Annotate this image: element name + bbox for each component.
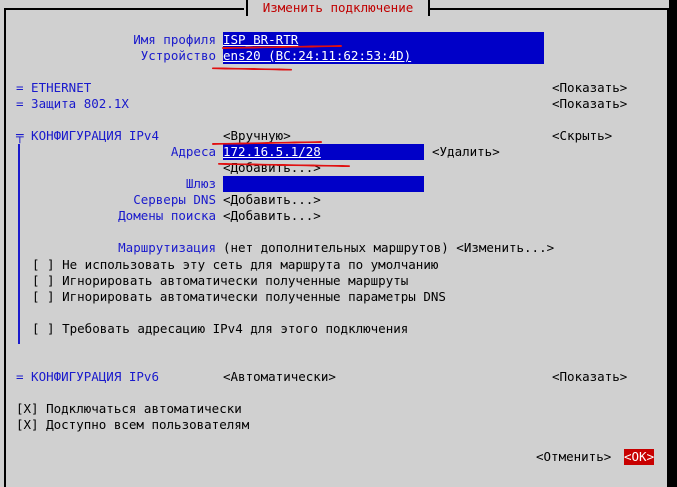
window-border-top-left — [4, 8, 244, 10]
cancel-button[interactable]: <Отменить> — [536, 449, 611, 465]
window-border-left — [4, 8, 6, 487]
checkbox-autoconnect[interactable]: [X] Подключаться автоматически — [16, 401, 242, 417]
section-ipv4[interactable]: ╤ КОНФИГУРАЦИЯ IPv4 — [16, 128, 159, 144]
addresses-label: Адреса — [170, 144, 216, 159]
window-border-right — [667, 8, 669, 487]
address-input[interactable]: 172.16.5.1/28 — [223, 144, 424, 160]
gateway-input[interactable] — [223, 176, 424, 192]
add-search-domain-button[interactable]: <Добавить...> — [223, 208, 321, 224]
routing-label: Маршрутизация — [118, 240, 216, 255]
ipv4-hide-button[interactable]: <Скрыть> — [552, 128, 612, 144]
window-title: Изменить подключение — [246, 0, 430, 16]
device-label: Устройство — [140, 48, 216, 63]
ipv6-show-button[interactable]: <Показать> — [552, 369, 627, 385]
routing-edit-button[interactable]: (нет дополнительных маршрутов) <Изменить… — [223, 240, 554, 256]
checkbox-ignore-dns[interactable]: [ ] Игнорировать автоматически полученны… — [32, 289, 446, 305]
ipv4-section-bracket — [18, 144, 20, 344]
add-dns-button[interactable]: <Добавить...> — [223, 192, 321, 208]
security-show-button[interactable]: <Показать> — [552, 96, 627, 112]
remove-address-button[interactable]: <Удалить> — [432, 144, 500, 160]
gateway-label: Шлюз — [185, 176, 216, 191]
section-ethernet[interactable]: = ETHERNET — [16, 80, 91, 96]
checkbox-ignore-routes[interactable]: [ ] Игнорировать автоматически полученны… — [32, 273, 408, 289]
checkbox-require-ipv4[interactable]: [ ] Требовать адресацию IPv4 для этого п… — [32, 321, 408, 337]
ipv6-mode-select[interactable]: <Автоматически> — [223, 369, 336, 385]
dns-label: Серверы DNS — [133, 192, 216, 207]
device-input[interactable]: ens20 (BC:24:11:62:53:4D) — [223, 48, 544, 64]
checkbox-all-users[interactable]: [X] Доступно всем пользователям — [16, 417, 249, 433]
ok-button[interactable]: <OK> — [624, 449, 655, 465]
profile-name-label: Имя профиля — [133, 32, 216, 47]
edit-connection-window: Изменить подключение Имя профиля ISP_BR-… — [0, 0, 669, 487]
checkbox-never-default[interactable]: [ ] Не использовать эту сеть для маршрут… — [32, 257, 438, 273]
ethernet-show-button[interactable]: <Показать> — [552, 80, 627, 96]
section-8021x[interactable]: = Защита 802.1X — [16, 96, 129, 112]
annotation-underline-device — [211, 67, 293, 71]
section-ipv6[interactable]: = КОНФИГУРАЦИЯ IPv6 — [16, 369, 159, 385]
window-border-top-right — [428, 8, 669, 10]
search-domains-label: Домены поиска — [118, 208, 216, 223]
